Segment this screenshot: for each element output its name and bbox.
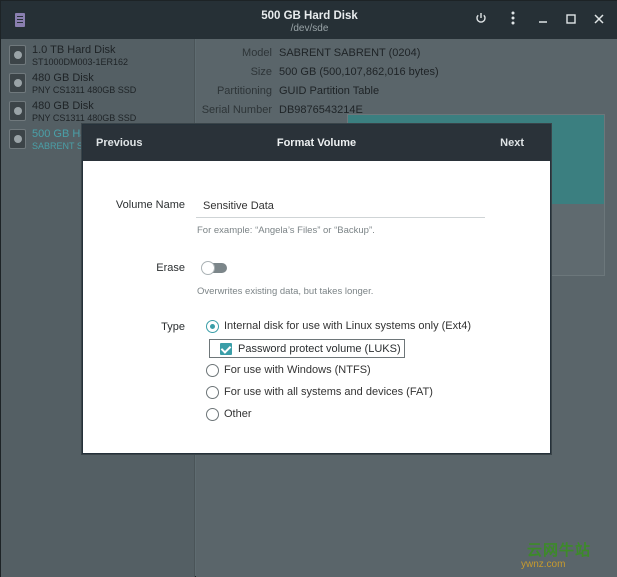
erase-label: Erase	[156, 262, 185, 274]
power-icon[interactable]	[472, 11, 490, 29]
radio-label: Internal disk for use with Linux systems…	[224, 320, 471, 332]
radio-button[interactable]	[206, 320, 219, 333]
titlebar: 500 GB Hard Disk /dev/sde	[1, 1, 617, 39]
toggle-knob	[201, 261, 215, 275]
erase-hint: Overwrites existing data, but takes long…	[197, 286, 374, 297]
radio-label: For use with all systems and devices (FA…	[224, 386, 433, 398]
type-label: Type	[161, 321, 185, 333]
volume-name-input[interactable]	[196, 194, 485, 218]
site-watermark: 云网牛站 ywnz.com	[521, 539, 597, 573]
volume-name-hint: For example: “Angela’s Files” or “Backup…	[197, 225, 375, 236]
radio-label: Other	[224, 408, 252, 420]
disk-name: 1.0 TB Hard Disk	[32, 44, 116, 56]
luks-label: Password protect volume (LUKS)	[238, 343, 401, 355]
minimize-icon[interactable]	[534, 11, 552, 29]
erase-toggle[interactable]	[201, 261, 227, 275]
hard-disk-icon	[9, 129, 26, 149]
disk-model: PNY CS1311 480GB SSD	[32, 113, 137, 123]
dialog-header: Previous Format Volume Next	[83, 125, 550, 161]
detail-row: Partitioning GUID Partition Table	[196, 85, 617, 103]
detail-key: Model	[242, 47, 272, 59]
next-button[interactable]: Next	[500, 137, 524, 149]
hard-disk-icon	[9, 73, 26, 93]
radio-button[interactable]	[206, 408, 219, 421]
menu-kebab-icon[interactable]	[504, 11, 522, 29]
disk-model: ST1000DM003-1ER162	[32, 57, 129, 67]
detail-value: 500 GB (500,107,862,016 bytes)	[279, 66, 439, 78]
detail-key: Serial Number	[201, 104, 272, 116]
detail-key: Size	[250, 66, 272, 78]
watermark-line2: ywnz.com	[521, 559, 566, 570]
dialog-title: Format Volume	[276, 137, 357, 149]
disk-model: PNY CS1311 480GB SSD	[32, 85, 137, 95]
window-subtitle: /dev/sde	[290, 23, 329, 34]
radio-button[interactable]	[206, 386, 219, 399]
radio-label: For use with Windows (NTFS)	[224, 364, 371, 376]
close-icon[interactable]	[590, 11, 608, 29]
radio-button[interactable]	[206, 364, 219, 377]
luks-option[interactable]: Password protect volume (LUKS)	[209, 339, 405, 358]
disks-window: 500 GB Hard Disk /dev/sde 1.0 TB Hard Di…	[0, 0, 617, 577]
disk-model: SABRENT SA	[32, 141, 89, 151]
disk-name: 480 GB Disk	[32, 100, 94, 112]
detail-row: Model SABRENT SABRENT (0204)	[196, 47, 617, 65]
sidebar-item-disk[interactable]: 1.0 TB Hard Disk ST1000DM003-1ER162	[1, 41, 195, 69]
window-title: 500 GB Hard Disk	[261, 10, 358, 22]
watermark-line1: 云网牛站	[527, 542, 592, 559]
detail-value: SABRENT SABRENT (0204)	[279, 47, 421, 59]
sidebar-item-disk[interactable]: 480 GB Disk PNY CS1311 480GB SSD	[1, 69, 195, 97]
luks-checkbox[interactable]	[220, 343, 232, 355]
volume-name-label: Volume Name	[115, 199, 185, 211]
detail-key: Partitioning	[216, 85, 272, 97]
maximize-icon[interactable]	[562, 11, 580, 29]
hard-disk-icon	[9, 101, 26, 121]
format-volume-dialog: Previous Format Volume Next Volume Name …	[82, 124, 551, 454]
detail-row: Size 500 GB (500,107,862,016 bytes)	[196, 66, 617, 84]
detail-value: GUID Partition Table	[279, 85, 380, 97]
hard-disk-icon	[9, 45, 26, 65]
disk-name: 500 GB Ha	[32, 128, 87, 140]
disk-name: 480 GB Disk	[32, 72, 94, 84]
sidebar-item-disk[interactable]: 480 GB Disk PNY CS1311 480GB SSD	[1, 97, 195, 125]
